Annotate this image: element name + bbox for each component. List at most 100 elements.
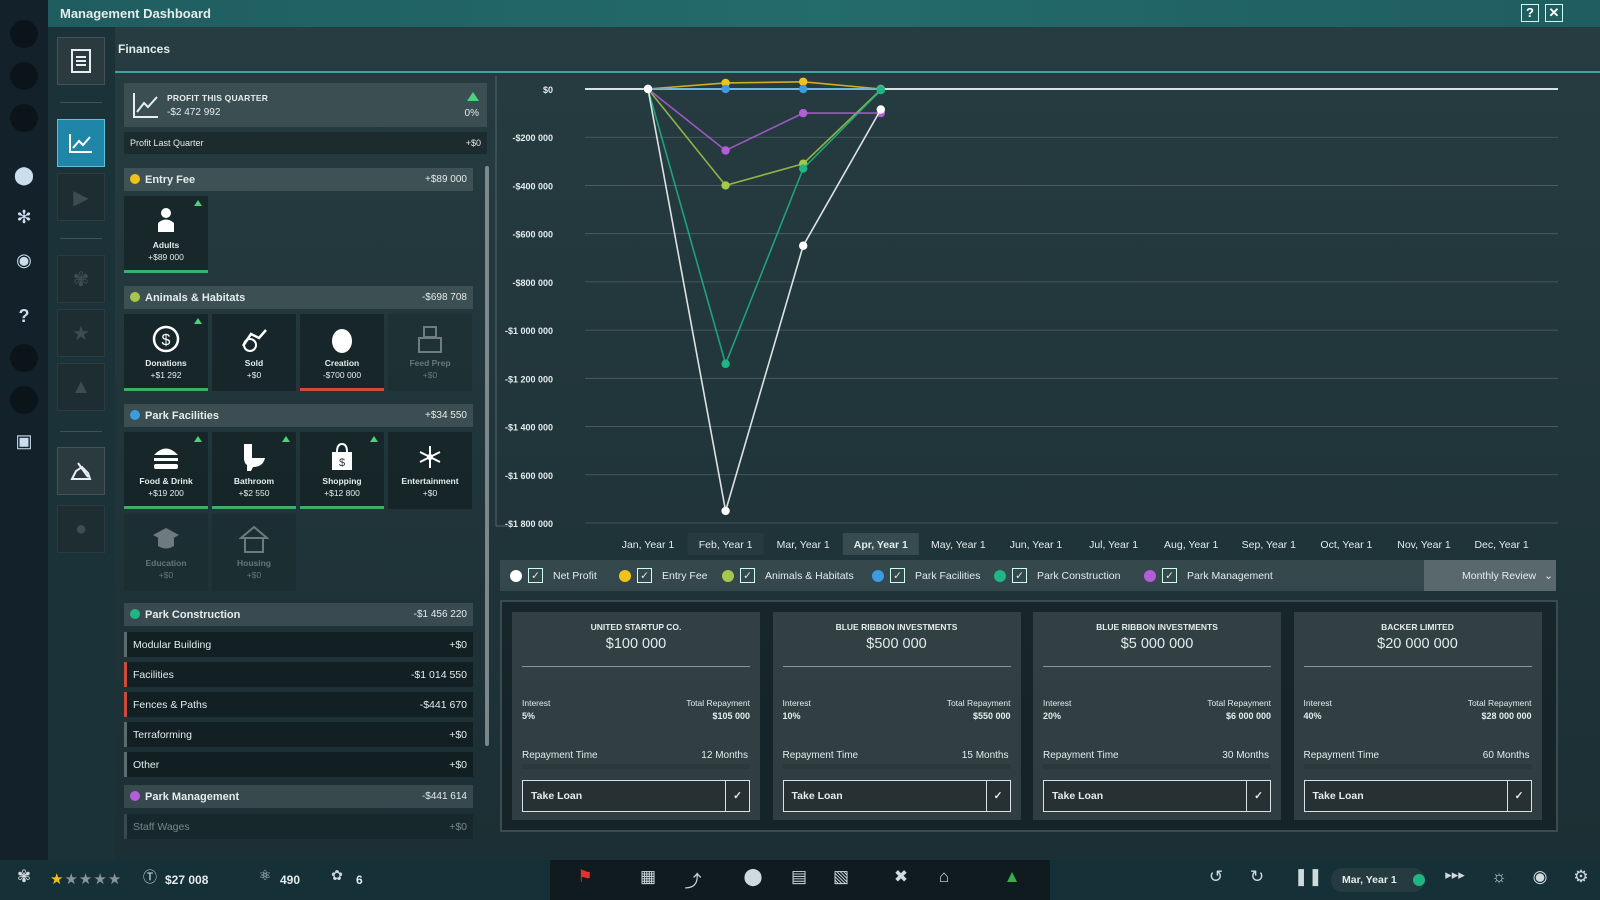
x-tick-label: Mar, Year 1	[777, 539, 830, 551]
legend-entry-fee[interactable]: ✓ Entry Fee	[619, 568, 708, 583]
help-icon[interactable]: ?	[11, 303, 37, 329]
tile-shopping[interactable]: $ Shopping +$12 800	[300, 432, 384, 509]
shop-menu-icon[interactable]: ▧	[829, 867, 853, 893]
rail-slot-icon[interactable]	[10, 20, 38, 48]
finances-tab-button[interactable]	[57, 119, 105, 167]
legend-park-construction[interactable]: ✓ Park Construction	[994, 568, 1120, 583]
category-park-management[interactable]: Park Management -$441 614	[124, 785, 473, 808]
legend-checkbox[interactable]: ✓	[1162, 568, 1177, 583]
legend-checkbox[interactable]: ✓	[890, 568, 905, 583]
facility-menu-icon[interactable]: ▤	[787, 867, 811, 893]
confirm-check-icon[interactable]: ✓	[985, 781, 1010, 811]
repayment-slider[interactable]	[522, 764, 750, 769]
tile-food-drink[interactable]: Food & Drink +$19 200	[124, 432, 208, 509]
loan-divider	[1303, 666, 1532, 667]
tile-status-bar	[124, 270, 208, 273]
terrain-menu-icon[interactable]: ▲	[1000, 867, 1024, 893]
loan-offers-panel: UNITED STARTUP CO. $100 000 Interest 5% Tota…	[500, 600, 1558, 832]
tile-donations[interactable]: $ Donations +$1 292	[124, 314, 208, 391]
hatchery-menu-icon[interactable]: ⤴	[681, 867, 705, 893]
confirm-check-icon[interactable]: ✓	[1506, 781, 1531, 811]
house-menu-icon[interactable]: ⌂	[932, 867, 956, 893]
burger-icon	[154, 448, 178, 469]
shopping-bag-icon: $	[332, 442, 352, 470]
redo-icon[interactable]: ↻	[1245, 867, 1269, 893]
rail-slot-icon[interactable]	[10, 386, 38, 414]
guests-tab-button[interactable]: ★	[57, 309, 105, 357]
legend-animals-habitats[interactable]: ✓ Animals & Habitats	[722, 568, 854, 583]
tile-creation[interactable]: Creation -$700 000	[300, 314, 384, 391]
rail-slot-icon[interactable]	[10, 62, 38, 90]
tile-adults[interactable]: Adults +$89 000	[124, 196, 208, 273]
marketing-tab-button[interactable]: ▶	[57, 173, 105, 221]
tile-label: Feed Prep	[409, 358, 451, 368]
repayment-slider[interactable]	[782, 764, 1011, 769]
path-tools-icon[interactable]: ✖	[889, 867, 913, 893]
interest-label: Interest	[522, 698, 551, 708]
loan-amount: $500 000	[866, 636, 927, 652]
rail-slot-icon[interactable]	[10, 344, 38, 372]
egg-menu-icon[interactable]: ⬤	[741, 867, 765, 893]
breakdown-scrollbar[interactable]	[485, 166, 489, 746]
dinosaur-logo-icon[interactable]: ✾	[12, 867, 36, 893]
data-point	[799, 77, 808, 86]
scientists-tab-button[interactable]: ●	[57, 505, 105, 553]
habitat-icon: ▲	[71, 375, 91, 398]
category-entry-fee[interactable]: Entry Fee +$89 000	[124, 168, 473, 191]
repayment-slider[interactable]	[1303, 764, 1532, 769]
overview-tab-button[interactable]	[57, 37, 105, 85]
profit-value: -$2 472 992	[167, 107, 221, 118]
legend-checkbox[interactable]: ✓	[1012, 568, 1027, 583]
undo-icon[interactable]: ↺	[1204, 867, 1228, 893]
legend-color-dot	[619, 569, 631, 582]
rating-star-icon: ★	[64, 871, 79, 888]
money-icon: Ⓣ	[143, 869, 157, 885]
pause-icon[interactable]: ❚❚	[1294, 867, 1323, 893]
category-park-construction[interactable]: Park Construction -$1 456 220	[124, 603, 473, 626]
confirm-check-icon[interactable]: ✓	[1246, 781, 1270, 811]
row-value: +$0	[449, 728, 467, 741]
tile-entertainment[interactable]: Entertainment +$0	[388, 432, 472, 509]
legend-checkbox[interactable]: ✓	[637, 568, 652, 583]
sold-dinosaur-icon	[241, 329, 267, 352]
building-menu-icon[interactable]: ▦	[636, 867, 660, 893]
legend-park-management[interactable]: ✓ Park Management	[1144, 568, 1273, 583]
category-animals-habitats[interactable]: Animals & Habitats -$698 708	[124, 286, 473, 309]
dinosaurs-tab-button[interactable]: ✾	[57, 255, 105, 303]
window-titlebar: Management Dashboard ? ✕	[48, 0, 1600, 27]
take-loan-label: Take Loan	[1052, 790, 1104, 802]
legend-label: Park Construction	[1037, 569, 1121, 582]
fast-forward-icon[interactable]: ▸▸▸	[1443, 867, 1467, 893]
data-point	[799, 108, 808, 118]
weather-icon[interactable]: ☼	[1487, 867, 1511, 893]
close-button[interactable]: ✕	[1545, 4, 1563, 22]
tile-education: Education +$0	[124, 514, 208, 591]
take-loan-button[interactable]: Take Loan ✓	[522, 780, 750, 812]
staff-tab-button[interactable]	[57, 447, 105, 495]
legend-checkbox[interactable]: ✓	[528, 568, 543, 583]
camera-icon[interactable]: ▣	[11, 428, 37, 454]
habitats-tab-button[interactable]: ▲	[57, 363, 105, 411]
mosquito-icon[interactable]: ✻	[11, 204, 37, 230]
settings-gear-icon[interactable]: ⚙	[1569, 867, 1593, 893]
tile-bathroom[interactable]: Bathroom +$2 550	[212, 432, 296, 509]
take-loan-button[interactable]: Take Loan ✓	[1043, 780, 1271, 812]
dinosaur-menu-icon[interactable]: ⚑	[573, 867, 597, 893]
rail-slot-icon[interactable]	[10, 104, 38, 132]
profit-last-label: Profit Last Quarter	[130, 138, 204, 148]
legend-net-profit[interactable]: ✓ Net Profit	[510, 568, 597, 583]
take-loan-button[interactable]: Take Loan ✓	[1303, 780, 1532, 812]
category-park-facilities[interactable]: Park Facilities +$34 550	[124, 404, 473, 427]
eye-icon[interactable]: ◉	[11, 247, 37, 273]
visibility-icon[interactable]: ◉	[1528, 867, 1552, 893]
tile-housing: Housing +$0	[212, 514, 296, 591]
help-button[interactable]: ?	[1521, 4, 1539, 22]
legend-park-facilities[interactable]: ✓ Park Facilities	[872, 568, 980, 583]
review-period-dropdown[interactable]: Monthly Review ⌄	[1424, 560, 1556, 591]
legend-checkbox[interactable]: ✓	[740, 568, 755, 583]
repayment-slider[interactable]	[1043, 764, 1271, 769]
take-loan-button[interactable]: Take Loan ✓	[782, 780, 1011, 812]
tile-sold[interactable]: Sold +$0	[212, 314, 296, 391]
egg-icon[interactable]: ⬤	[11, 162, 37, 188]
confirm-check-icon[interactable]: ✓	[725, 781, 749, 811]
